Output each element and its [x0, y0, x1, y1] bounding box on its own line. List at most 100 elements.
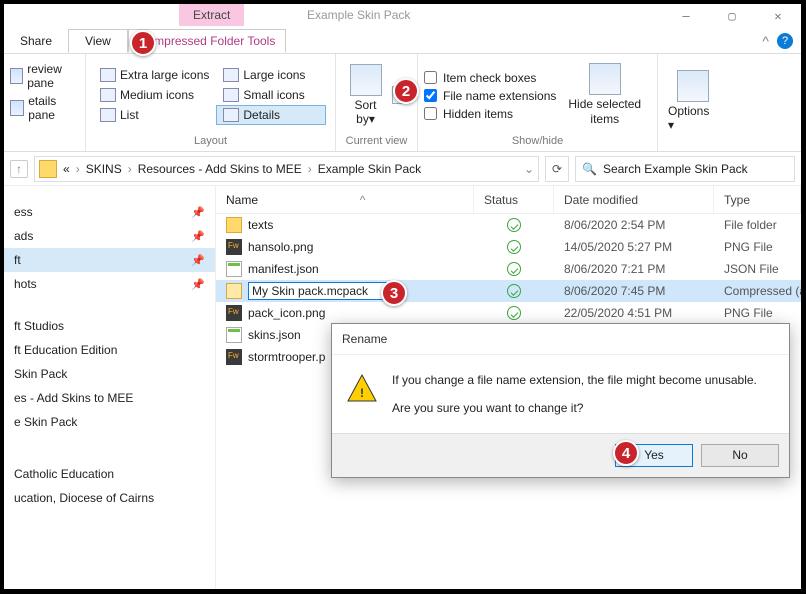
- file-name: manifest.json: [248, 262, 319, 276]
- chevron-down-icon[interactable]: ⌄: [524, 162, 534, 176]
- json-icon: [226, 327, 242, 343]
- nav-recent-item[interactable]: e Skin Pack: [4, 410, 215, 434]
- file-date: 14/05/2020 5:27 PM: [554, 240, 714, 254]
- sort-by-button[interactable]: Sort by▾: [342, 62, 389, 128]
- folder-icon: [39, 160, 57, 178]
- file-date: 8/06/2020 7:45 PM: [554, 284, 714, 298]
- tab-view[interactable]: View: [68, 29, 128, 53]
- pin-icon: 📌: [191, 278, 205, 291]
- current-view-group-label: Current view: [342, 133, 411, 149]
- png-icon: [226, 349, 242, 365]
- layout-extra-large[interactable]: Extra large icons: [93, 65, 216, 85]
- no-button[interactable]: No: [701, 444, 779, 467]
- column-headers: Name^ Status Date modified Type: [216, 186, 801, 214]
- layout-icon: [100, 88, 116, 102]
- warning-icon: !: [346, 373, 378, 405]
- crumb-back[interactable]: «: [59, 162, 74, 176]
- hide-selected-button[interactable]: Hide selecteditems: [564, 61, 645, 128]
- layout-details[interactable]: Details: [216, 105, 326, 125]
- nav-quick-item[interactable]: hots📌: [4, 272, 215, 296]
- nav-quick-item[interactable]: ft📌: [4, 248, 215, 272]
- png-icon: [226, 239, 242, 255]
- crumb-skins[interactable]: SKINS: [82, 162, 126, 176]
- file-row[interactable]: texts8/06/2020 2:54 PMFile folder: [216, 214, 801, 236]
- layout-grid: Extra large icons Large icons Medium ico…: [92, 64, 327, 126]
- check-hidden-items[interactable]: Hidden items: [424, 107, 556, 121]
- nav-up-button[interactable]: ↑: [10, 160, 28, 178]
- nav-recent-item[interactable]: ft Education Edition: [4, 338, 215, 362]
- file-type: PNG File: [714, 306, 801, 320]
- details-pane-button[interactable]: etails pane: [10, 94, 79, 122]
- layout-small[interactable]: Small icons: [216, 85, 326, 105]
- check-item-boxes[interactable]: Item check boxes: [424, 71, 556, 85]
- check-file-extensions[interactable]: File name extensions: [424, 89, 556, 103]
- rename-input[interactable]: [248, 282, 398, 300]
- ribbon-tabs: Share View Compressed Folder Tools ^ ?: [4, 28, 801, 54]
- layout-large[interactable]: Large icons: [216, 65, 326, 85]
- file-date: 22/05/2020 4:51 PM: [554, 306, 714, 320]
- dialog-message-2: Are you sure you want to change it?: [392, 401, 757, 415]
- file-type: Compressed (a: [714, 284, 801, 298]
- pin-icon: 📌: [191, 254, 205, 267]
- file-type: JSON File: [714, 262, 801, 276]
- titlebar: Extract Example Skin Pack — ▢ ✕: [4, 4, 801, 28]
- close-button[interactable]: ✕: [755, 4, 801, 28]
- json-icon: [226, 261, 242, 277]
- chevron-down-icon: ▾: [369, 112, 375, 126]
- options-button[interactable]: Options ▾: [664, 68, 722, 134]
- refresh-button[interactable]: ⟳: [545, 156, 569, 182]
- file-row[interactable]: pack_icon.png 22/05/2020 4:51 PMPNG File: [216, 302, 801, 324]
- status-ok-icon: [507, 284, 521, 298]
- annotation-badge-1: 1: [130, 30, 156, 56]
- col-name[interactable]: Name^: [216, 186, 474, 213]
- nav-bottom-item[interactable]: ucation, Diocese of Cairns: [4, 486, 215, 510]
- crumb-example[interactable]: Example Skin Pack: [314, 162, 425, 176]
- dialog-message-1: If you change a file name extension, the…: [392, 373, 757, 387]
- search-box[interactable]: 🔍 Search Example Skin Pack: [575, 156, 795, 182]
- nav-quick-item[interactable]: ads📌: [4, 224, 215, 248]
- col-status[interactable]: Status: [474, 186, 554, 213]
- file-row[interactable]: 8/06/2020 7:45 PMCompressed (a: [216, 280, 801, 302]
- file-name: pack_icon.png: [248, 306, 325, 320]
- layout-list[interactable]: List: [93, 105, 216, 125]
- nav-quick-item[interactable]: ess📌: [4, 200, 215, 224]
- minimize-button[interactable]: —: [663, 4, 709, 28]
- nav-recent-item[interactable]: Skin Pack: [4, 362, 215, 386]
- svg-text:!: !: [360, 386, 364, 400]
- pin-icon: 📌: [191, 230, 205, 243]
- layout-medium[interactable]: Medium icons: [93, 85, 216, 105]
- col-type[interactable]: Type: [714, 186, 801, 213]
- window-title: Example Skin Pack: [307, 8, 410, 22]
- preview-pane-button[interactable]: review pane: [10, 62, 79, 90]
- tab-share[interactable]: Share: [4, 30, 68, 52]
- layout-icon: [223, 68, 239, 82]
- window-controls: — ▢ ✕: [663, 4, 801, 28]
- nav-pane: ess📌ads📌ft📌hots📌 ft Studiosft Education …: [4, 186, 216, 589]
- preview-pane-label: review pane: [27, 62, 79, 90]
- panes-group-label: [10, 145, 79, 149]
- layout-icon: [100, 68, 116, 82]
- file-type: File folder: [714, 218, 801, 232]
- col-date[interactable]: Date modified: [554, 186, 714, 213]
- file-row[interactable]: manifest.json8/06/2020 7:21 PMJSON File: [216, 258, 801, 280]
- layout-icon: [223, 88, 239, 102]
- crumb-resources[interactable]: Resources - Add Skins to MEE: [134, 162, 306, 176]
- status-ok-icon: [507, 218, 521, 232]
- nav-recent-item[interactable]: ft Studios: [4, 314, 215, 338]
- file-name: stormtrooper.p: [248, 350, 325, 364]
- nav-recent-item[interactable]: es - Add Skins to MEE: [4, 386, 215, 410]
- maximize-button[interactable]: ▢: [709, 4, 755, 28]
- file-row[interactable]: hansolo.png14/05/2020 5:27 PMPNG File: [216, 236, 801, 258]
- breadcrumb[interactable]: «› SKINS› Resources - Add Skins to MEE› …: [34, 156, 539, 182]
- hide-icon: [589, 63, 621, 95]
- address-bar: ↑ «› SKINS› Resources - Add Skins to MEE…: [4, 152, 801, 186]
- dialog-title: Rename: [332, 324, 789, 355]
- nav-bottom-item[interactable]: Catholic Education: [4, 462, 215, 486]
- zip-icon: [226, 283, 242, 299]
- options-icon: [677, 70, 709, 102]
- annotation-badge-2: 2: [393, 78, 419, 104]
- status-ok-icon: [507, 240, 521, 254]
- file-name: hansolo.png: [248, 240, 313, 254]
- help-icon[interactable]: ?: [777, 33, 793, 49]
- collapse-ribbon-icon[interactable]: ^: [762, 33, 769, 49]
